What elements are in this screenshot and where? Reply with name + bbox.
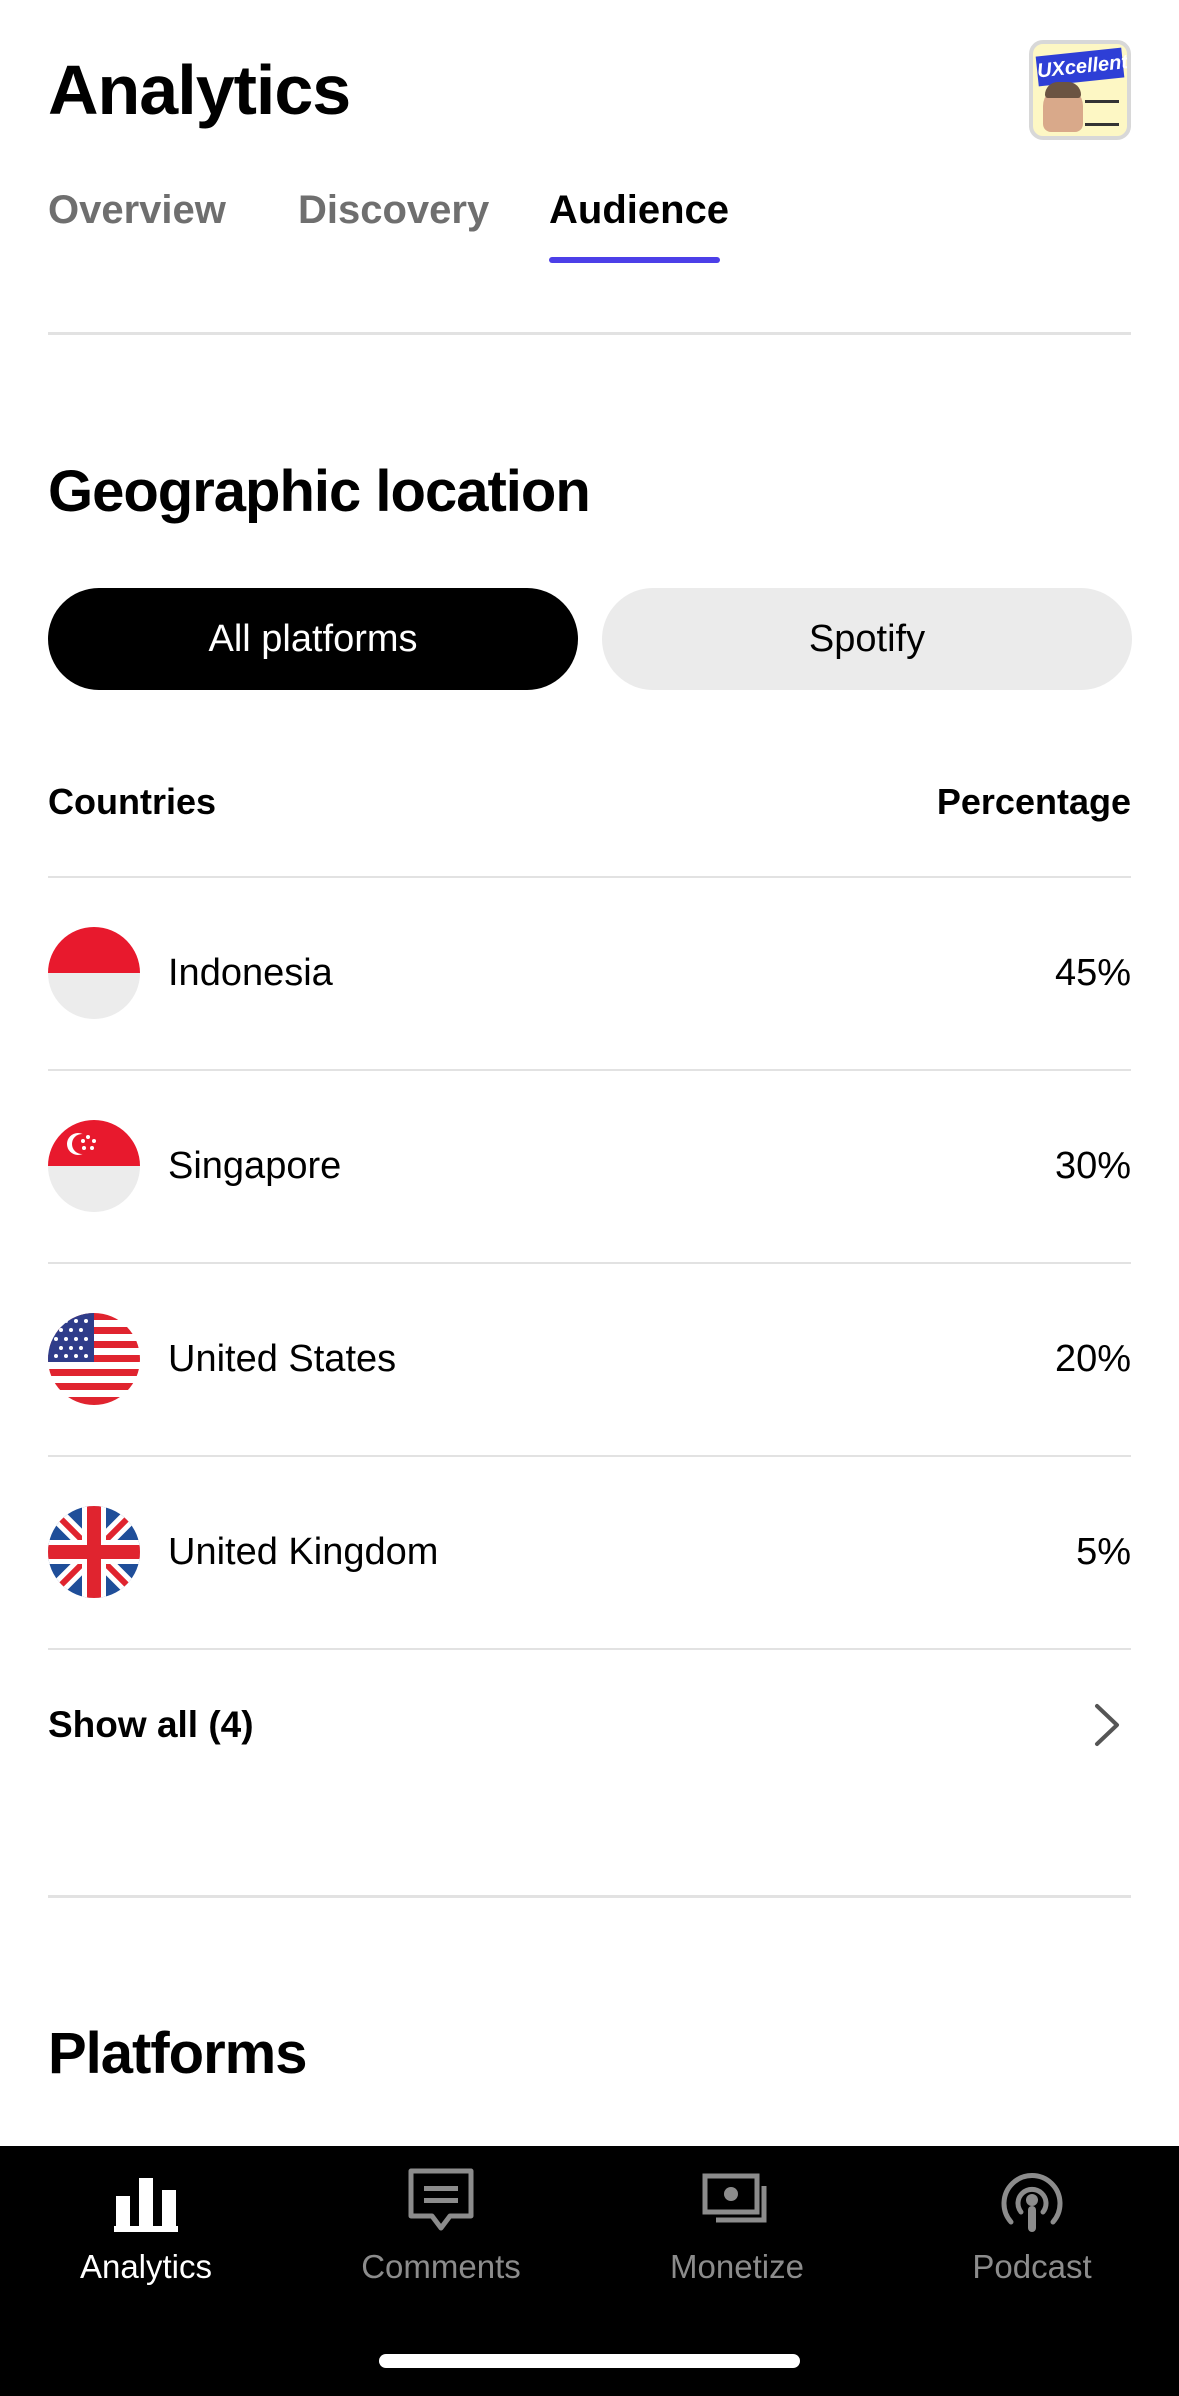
page-title: Analytics [48, 51, 351, 129]
tab-bar: Overview Discovery Audience [48, 180, 1131, 266]
avatar[interactable]: UXcellent [1029, 40, 1131, 140]
geographic-location-title: Geographic location [48, 459, 591, 524]
us-flag-icon [48, 1313, 140, 1405]
filter-spotify[interactable]: Spotify [602, 588, 1132, 690]
avatar-face [1043, 82, 1083, 132]
percentage-header: Percentage [936, 781, 1131, 822]
countries-header: Countries [48, 781, 217, 822]
nav-analytics[interactable]: Analytics [36, 2166, 256, 2286]
country-row: United States 20% [48, 1262, 1131, 1452]
bar-chart-icon [114, 2178, 178, 2232]
uk-flag-icon [48, 1506, 140, 1598]
podcast-icon [1001, 2172, 1063, 2232]
nav-comments-label: Comments [361, 2248, 521, 2285]
singapore-flag-icon [48, 1120, 140, 1212]
tab-audience[interactable]: Audience [549, 180, 729, 240]
section-divider [48, 1895, 1131, 1898]
tab-discovery[interactable]: Discovery [298, 180, 489, 240]
tabs-divider [48, 332, 1131, 335]
nav-podcast[interactable]: Podcast [922, 2166, 1142, 2286]
country-percentage: 5% [1076, 1531, 1131, 1573]
platforms-title: Platforms [48, 2021, 308, 2086]
nav-comments[interactable]: Comments [331, 2166, 551, 2286]
avatar-logo: UXcellent [1035, 47, 1127, 87]
country-percentage: 30% [1054, 1145, 1131, 1187]
active-tab-indicator [549, 257, 720, 263]
country-percentage: 45% [1054, 952, 1131, 994]
chevron-right-icon [1095, 1704, 1119, 1746]
header: Analytics UXcellent [48, 40, 1131, 150]
comment-icon [408, 2168, 474, 2231]
nav-monetize-label: Monetize [670, 2248, 804, 2285]
country-name: United States [168, 1338, 397, 1380]
country-name: Singapore [168, 1145, 342, 1187]
country-percentage: 20% [1054, 1338, 1131, 1380]
tab-overview[interactable]: Overview [48, 180, 226, 240]
nav-analytics-label: Analytics [79, 2248, 213, 2285]
indonesia-flag-icon [48, 927, 140, 1019]
country-name: Indonesia [168, 952, 333, 994]
nav-monetize[interactable]: Monetize [627, 2166, 847, 2286]
country-row: United Kingdom 5% [48, 1455, 1131, 1645]
country-name: United Kingdom [168, 1531, 439, 1573]
country-row: Singapore 30% [48, 1069, 1131, 1259]
nav-podcast-label: Podcast [972, 2248, 1092, 2285]
avatar-mark [1085, 100, 1119, 126]
show-all-countries-button[interactable]: Show all (4) [48, 1648, 1131, 1800]
home-indicator [379, 2354, 800, 2368]
show-all-label: Show all (4) [48, 1704, 254, 1745]
country-row: Indonesia 45% [48, 876, 1131, 1066]
table-header: Countries Percentage [48, 772, 1131, 832]
money-icon [702, 2173, 767, 2223]
filter-all-platforms[interactable]: All platforms [48, 588, 578, 690]
